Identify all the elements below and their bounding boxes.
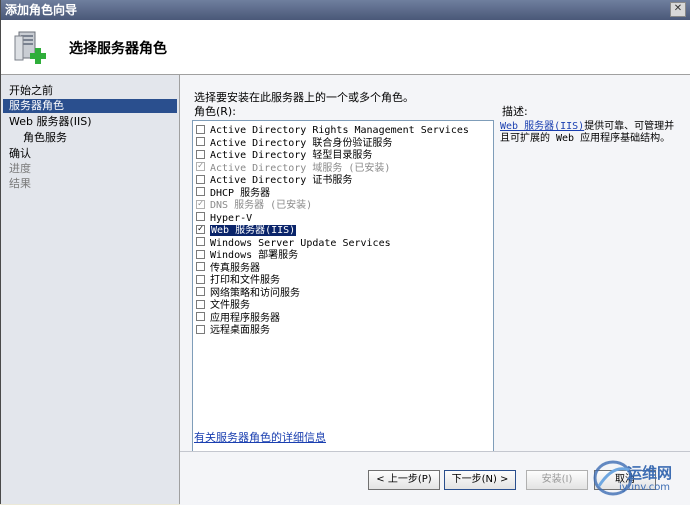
previous-button[interactable]: < 上一步(P) [368, 470, 440, 490]
role-label: DHCP 服务器 [210, 187, 271, 199]
role-item: ✓ DNS 服务器 (已安装) [196, 198, 313, 212]
role-checkbox[interactable] [196, 262, 205, 271]
close-button[interactable]: ✕ [670, 2, 686, 17]
role-item: ✓ Active Directory 域服务 (已安装) [196, 161, 391, 175]
role-item[interactable]: 打印和文件服务 [196, 274, 280, 287]
watermark-text-1: 运维网 [627, 464, 673, 482]
role-item[interactable]: Windows Server Update Services [196, 237, 391, 250]
server-role-add-icon [14, 31, 46, 64]
role-item[interactable]: ✓ Web 服务器(IIS) [196, 224, 297, 237]
add-roles-wizard-window: 添加角色向导 ✕ 选择服务器角色 开始之前 服务器角色 Web 服务器(IIS)… [0, 0, 690, 505]
role-label: Active Directory 域服务 (已安装) [210, 162, 391, 174]
role-item[interactable]: DHCP 服务器 [196, 187, 271, 200]
role-item[interactable]: 传真服务器 [196, 262, 260, 275]
role-item[interactable]: Windows 部署服务 [196, 249, 299, 262]
window-title: 添加角色向导 [5, 3, 78, 17]
role-label: Active Directory 证书服务 [210, 175, 353, 186]
nav-item-confirmation[interactable]: 确认 [9, 147, 31, 161]
role-checkbox[interactable] [196, 187, 205, 196]
more-info-link[interactable]: 有关服务器角色的详细信息 [194, 429, 326, 445]
role-item[interactable]: 网络策略和访问服务 [196, 287, 300, 300]
roles-label: 角色(R): [194, 105, 236, 118]
role-label: Web 服务器(IIS) [210, 225, 297, 236]
role-label: 传真服务器 [210, 262, 260, 274]
nav-item-role-services[interactable]: 角色服务 [23, 131, 67, 145]
role-checkbox[interactable] [196, 149, 205, 159]
role-item[interactable]: Active Directory 证书服务 [196, 174, 353, 187]
role-label: Hyper-V [210, 212, 253, 224]
next-button[interactable]: 下一步(N) > [444, 470, 516, 490]
wizard-nav: 开始之前 服务器角色 Web 服务器(IIS) 角色服务 确认 进度 结果 [1, 75, 180, 504]
watermark-logo: 运维网 iyunv.com [589, 452, 690, 504]
role-label: Active Directory 联合身份验证服务 [210, 137, 393, 149]
close-icon: ✕ [673, 3, 683, 14]
role-checkbox[interactable] [196, 299, 205, 309]
page-title: 选择服务器角色 [69, 41, 167, 57]
role-checkbox[interactable] [196, 287, 205, 296]
role-label: 打印和文件服务 [210, 275, 280, 286]
role-checkbox[interactable] [196, 124, 205, 134]
role-item[interactable]: Active Directory Rights Management Servi… [196, 124, 469, 137]
role-item[interactable]: 应用程序服务器 [196, 312, 280, 325]
role-checkbox[interactable] [196, 212, 205, 221]
role-item[interactable]: Active Directory 轻型目录服务 [196, 149, 373, 162]
role-checkbox[interactable] [196, 174, 205, 184]
role-label: Windows Server Update Services [210, 237, 391, 249]
role-label: 文件服务 [210, 300, 250, 311]
role-checkbox[interactable] [196, 237, 205, 246]
nav-item-server-roles[interactable]: 服务器角色 [3, 99, 177, 113]
role-checkbox[interactable] [196, 137, 205, 146]
description-label: 描述: [502, 105, 528, 118]
nav-item-progress: 进度 [9, 162, 31, 175]
nav-item-before-you-begin[interactable]: 开始之前 [9, 84, 53, 98]
title-bar[interactable]: 添加角色向导 ✕ [1, 0, 690, 20]
role-label: 网络策略和访问服务 [210, 287, 300, 299]
role-label: 远程桌面服务 [210, 325, 270, 336]
nav-item-results: 结果 [9, 177, 31, 190]
role-label: DNS 服务器 (已安装) [210, 200, 313, 211]
description-role-link[interactable]: Web 服务器(IIS) [500, 121, 584, 132]
description-text: Web 服务器(IIS)提供可靠、可管理并且可扩展的 Web 应用程序基础结构。 [500, 121, 676, 145]
role-item[interactable]: 文件服务 [196, 299, 250, 312]
roles-listbox[interactable]: Active Directory Rights Management Servi… [192, 120, 494, 460]
role-label: 应用程序服务器 [210, 312, 280, 324]
role-item[interactable]: Hyper-V [196, 212, 253, 225]
nav-item-web-server-iis[interactable]: Web 服务器(IIS) [9, 115, 92, 129]
role-item[interactable]: Active Directory 联合身份验证服务 [196, 137, 393, 150]
role-label: Active Directory 轻型目录服务 [210, 150, 373, 161]
role-item[interactable]: 远程桌面服务 [196, 324, 270, 337]
role-checkbox[interactable] [196, 274, 205, 284]
install-button: 安装(I) [526, 470, 588, 490]
watermark-text-2: iyunv.com [619, 482, 671, 493]
role-checkbox[interactable]: ✓ [196, 224, 205, 234]
role-checkbox[interactable] [196, 312, 205, 321]
wizard-header: 选择服务器角色 [1, 20, 690, 75]
role-label: Active Directory Rights Management Servi… [210, 125, 469, 136]
wizard-content: 选择要安装在此服务器上的一个或多个角色。 角色(R): Active Direc… [180, 75, 690, 504]
role-checkbox[interactable] [196, 249, 205, 259]
role-checkbox: ✓ [196, 198, 205, 209]
role-checkbox[interactable] [196, 324, 205, 334]
role-label: Windows 部署服务 [210, 250, 299, 261]
role-checkbox: ✓ [196, 161, 205, 171]
